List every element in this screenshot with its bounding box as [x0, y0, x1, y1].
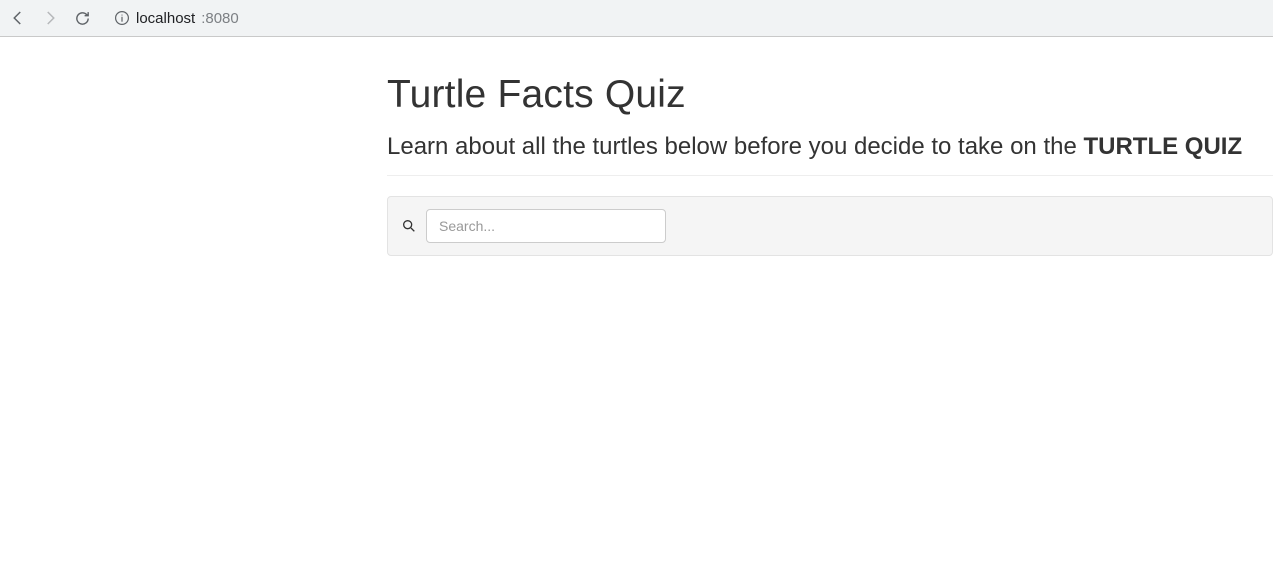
address-bar[interactable]: localhost :8080: [114, 10, 239, 27]
subtitle-lead: Learn about all the turtles below before…: [387, 133, 1083, 160]
search-input[interactable]: [426, 209, 666, 243]
page-subtitle: Learn about all the turtles below before…: [387, 131, 1273, 163]
reload-button[interactable]: [72, 8, 92, 28]
back-button[interactable]: [8, 8, 28, 28]
subtitle-strong: TURTLE QUIZ: [1083, 133, 1242, 160]
search-icon: [400, 217, 418, 235]
browser-toolbar: localhost :8080: [0, 0, 1273, 37]
page-title: Turtle Facts Quiz: [387, 73, 1273, 117]
url-port: :8080: [201, 10, 239, 27]
search-panel: [387, 196, 1273, 256]
page-body: Turtle Facts Quiz Learn about all the tu…: [0, 37, 1273, 256]
forward-button[interactable]: [40, 8, 60, 28]
main-container: Turtle Facts Quiz Learn about all the tu…: [387, 37, 1273, 256]
divider: [387, 175, 1273, 176]
url-host: localhost: [136, 10, 195, 27]
site-info-icon[interactable]: [114, 10, 130, 26]
